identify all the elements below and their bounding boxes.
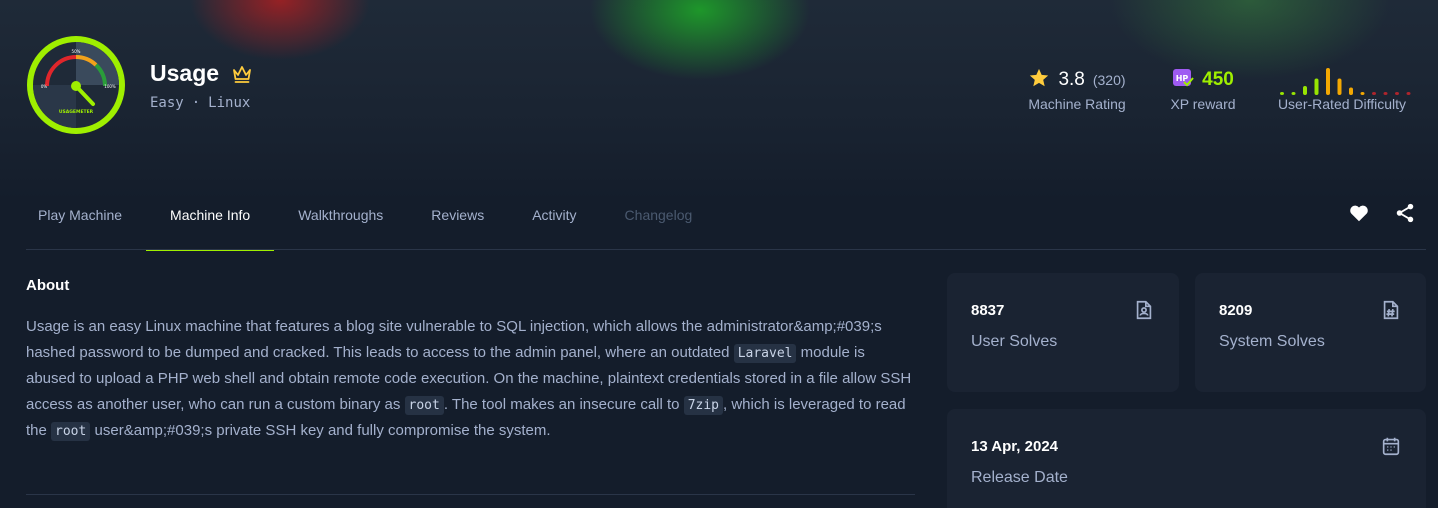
user-file-icon [1133, 299, 1155, 321]
difficulty-bar [1314, 78, 1319, 95]
svg-text:100%: 100% [104, 84, 116, 89]
code-root: root [404, 395, 444, 415]
crown-icon [231, 64, 253, 84]
machine-title-block: Usage Easy · Linux [150, 60, 253, 111]
difficulty-bar [1360, 92, 1365, 95]
subtitle-separator: · [191, 95, 201, 111]
difficulty-chart [1280, 68, 1411, 95]
user-rated-difficulty-stat[interactable]: User-Rated Difficulty [1272, 62, 1412, 112]
rating-value: 3.8 [1058, 69, 1085, 90]
share-icon[interactable] [1394, 202, 1416, 224]
release-date-label: Release Date [971, 469, 1068, 486]
machine-subtitle: Easy · Linux [150, 95, 253, 111]
system-solves-value: 8209 [1219, 302, 1253, 319]
difficulty-bar [1372, 92, 1376, 95]
tab-walkthroughs[interactable]: Walkthroughs [274, 178, 407, 250]
tabs-divider [26, 249, 1426, 250]
xp-badge-icon: HP [1172, 67, 1194, 94]
tab-changelog: Changelog [624, 207, 693, 223]
about-heading: About [26, 277, 70, 294]
star-icon [1028, 67, 1050, 94]
xp-value: 450 [1202, 69, 1234, 90]
user-solves-card: 8837 User Solves [947, 273, 1179, 392]
xp-reward-stat: HP 450 XP reward [1165, 62, 1241, 112]
difficulty-label: User-Rated Difficulty [1277, 96, 1407, 112]
difficulty-bar [1280, 92, 1284, 95]
machine-name: Usage [150, 60, 220, 86]
difficulty-bar [1349, 87, 1353, 95]
calendar-icon [1380, 435, 1402, 457]
difficulty-bar [1395, 92, 1399, 95]
machine-os: Linux [208, 95, 251, 111]
user-solves-label: User Solves [971, 333, 1058, 350]
release-date-value: 13 Apr, 2024 [971, 438, 1059, 455]
machine-difficulty: Easy [150, 95, 184, 111]
xp-label: XP reward [1170, 96, 1236, 112]
system-solves-label: System Solves [1219, 333, 1325, 350]
about-description: Usage is an easy Linux machine that feat… [26, 314, 918, 445]
about-text-3: . The tool makes an insecure call to [443, 395, 684, 413]
svg-text:50%: 50% [72, 49, 81, 54]
release-date-card: 13 Apr, 2024 Release Date [947, 409, 1426, 508]
rating-label: Machine Rating [1028, 96, 1126, 112]
hash-file-icon [1380, 299, 1402, 321]
tab-reviews[interactable]: Reviews [407, 178, 508, 250]
svg-text:0%: 0% [41, 84, 48, 89]
code-root-2: root [51, 422, 91, 441]
machine-rating-stat[interactable]: 3.8 (320) Machine Rating [1022, 62, 1132, 112]
usagemeter-logo-icon: 50% 0% 100% USAGEMETER [27, 36, 125, 134]
difficulty-bar [1291, 92, 1296, 95]
heart-icon[interactable] [1348, 202, 1370, 224]
code-7zip: 7zip [683, 395, 724, 415]
tab-activity[interactable]: Activity [508, 178, 600, 250]
tab-actions [1348, 202, 1416, 224]
svg-text:HP: HP [1176, 74, 1189, 83]
about-divider [26, 494, 915, 495]
tab-machine-info[interactable]: Machine Info [146, 178, 275, 251]
code-laravel: Laravel [733, 343, 797, 363]
machine-tabs: Play Machine Machine Info Walkthroughs Revi… [14, 178, 716, 251]
difficulty-bar [1337, 78, 1342, 95]
difficulty-bar [1326, 68, 1330, 95]
difficulty-bar [1406, 92, 1411, 95]
about-text-5: user&amp;#039;s private SSH key and full… [90, 422, 551, 439]
rating-count: (320) [1092, 72, 1126, 88]
difficulty-bar [1383, 92, 1388, 95]
logo-text: USAGEMETER [59, 109, 94, 115]
user-solves-value: 8837 [971, 302, 1005, 319]
tab-play-machine[interactable]: Play Machine [14, 178, 146, 250]
difficulty-bar [1303, 86, 1307, 95]
system-solves-card: 8209 System Solves [1195, 273, 1426, 392]
